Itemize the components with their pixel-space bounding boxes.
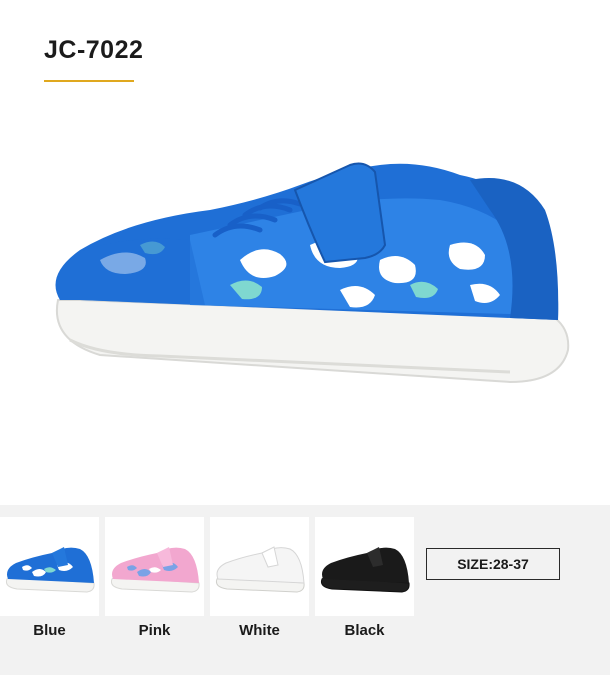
color-option-black[interactable] [315, 517, 414, 616]
color-label-white: White [239, 622, 280, 639]
white-sneaker-icon [216, 546, 305, 593]
product-model-title: JC-7022 [44, 36, 144, 64]
title-underline [44, 80, 134, 82]
color-option-pink[interactable] [105, 517, 204, 616]
black-sneaker-icon [321, 547, 410, 593]
color-option-blue[interactable] [0, 517, 99, 616]
main-product-image [55, 162, 570, 384]
color-label-pink: Pink [138, 622, 171, 639]
shoe-toe-overlay [57, 238, 206, 305]
hero-section: JC-7022 [0, 0, 610, 505]
color-label-blue: Blue [33, 622, 66, 639]
color-option-white[interactable] [210, 517, 309, 616]
color-label-black: Black [344, 622, 385, 639]
blue-sneaker-icon [6, 547, 95, 593]
size-range-badge: SIZE:28-37 [426, 548, 560, 580]
pink-sneaker-icon [111, 547, 200, 593]
